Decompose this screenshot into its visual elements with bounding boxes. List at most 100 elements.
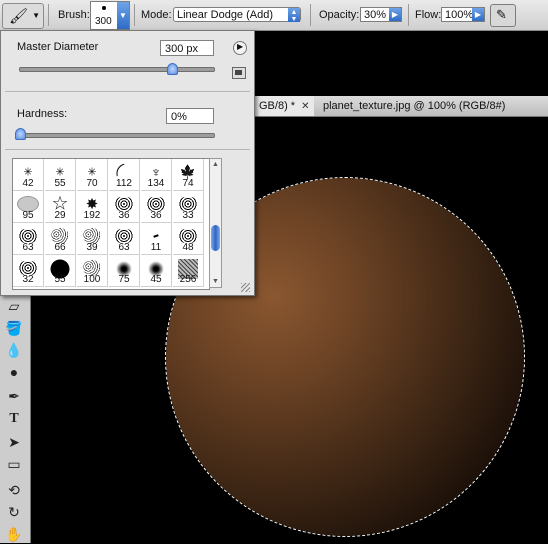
close-icon[interactable]: ✕ <box>301 101 309 112</box>
brush-size-label: 42 <box>22 178 34 189</box>
brush-preset-cell[interactable]: ♆ 134 <box>141 159 172 191</box>
brush-size-label: 36 <box>118 210 130 221</box>
chevron-right-icon: ▶ <box>389 8 401 21</box>
brush-preset-cell[interactable]: ✳ 70 <box>77 159 108 191</box>
brush-grid-scrollbar[interactable]: ▲ ▼ <box>209 158 222 288</box>
brush-size-label: 74 <box>182 178 194 189</box>
brush-size-label: 95 <box>22 210 34 221</box>
path-selection-tool-icon[interactable]: ➤ <box>3 432 25 452</box>
brush-preset-cell[interactable]: ✳ 55 <box>45 159 76 191</box>
hardness-field[interactable]: 0% <box>166 108 214 124</box>
brush-preset-grid: ✳ 42 ✳ 55 ✳ 70 ⌒ 112 ♆ 134 🍁 74 95 ☆ 29 ✸ 192 36 36 33 63 66 3… <box>12 158 210 290</box>
brush-preset-cell[interactable]: 48 <box>173 223 204 255</box>
brush-tool-preset-button[interactable]: 🖌 ▼ <box>2 3 44 29</box>
brush-size-label: 55 <box>54 178 66 189</box>
master-diameter-slider-thumb[interactable] <box>167 63 179 75</box>
flow-field[interactable]: 100% ▶ <box>441 7 485 22</box>
tab-planet-texture[interactable]: planet_texture.jpg @ 100% (RGB/8#) <box>319 96 509 116</box>
brush-tip-preview-icon <box>102 6 106 10</box>
brush-size-label: 70 <box>86 178 98 189</box>
brush-preset-cell[interactable]: 100 <box>77 255 108 287</box>
brush-preset-cell[interactable]: 95 <box>13 191 44 223</box>
airbrush-toggle-button[interactable]: ✎ <box>490 4 516 27</box>
brush-preset-cell[interactable]: 256 <box>173 255 204 287</box>
flow-value: 100% <box>445 9 474 21</box>
divider <box>5 91 250 92</box>
tab-label: planet_texture.jpg @ 100% (RGB/8#) <box>323 100 506 112</box>
paint-bucket-tool-icon[interactable]: 🪣 <box>3 318 25 338</box>
brush-preset-cell[interactable]: ✸ 192 <box>77 191 108 223</box>
hardness-slider-thumb[interactable] <box>15 128 26 140</box>
hardness-label: Hardness: <box>17 108 68 120</box>
brush-preset-cell[interactable]: 55 <box>45 255 76 287</box>
brush-preset-cell[interactable]: ☆ 29 <box>45 191 76 223</box>
brush-preset-cell[interactable]: 63 <box>109 223 140 255</box>
chevron-right-icon: ▶ <box>472 8 484 21</box>
resize-grip-icon[interactable] <box>241 283 250 292</box>
brush-size-label: 55 <box>54 274 66 285</box>
scrollbar-thumb[interactable] <box>211 225 220 251</box>
brush-preset-cell[interactable]: 11 <box>141 223 172 255</box>
brush-preset-cell[interactable]: 🍁 74 <box>173 159 204 191</box>
brush-size-label: 33 <box>182 210 194 221</box>
brush-size-readout: 300 <box>95 16 112 27</box>
separator <box>310 4 311 26</box>
brush-size-label: 100 <box>83 274 101 285</box>
type-tool-icon[interactable]: T <box>3 409 25 429</box>
pen-tool-icon[interactable]: ✒ <box>3 386 25 406</box>
eraser-tool-icon[interactable]: ▱ <box>3 296 25 316</box>
brush-preset-cell[interactable]: 63 <box>13 223 44 255</box>
brush-picker-button[interactable]: 300 ▼ <box>90 1 130 30</box>
brush-size-label: 63 <box>118 242 130 253</box>
hardness-value: 0% <box>171 111 187 123</box>
brush-size-label: 39 <box>86 242 98 253</box>
brush-preset-cell[interactable]: 66 <box>45 223 76 255</box>
hand-tool-icon[interactable]: ✋ <box>3 524 25 544</box>
brush-tip-splat-icon <box>19 261 37 275</box>
master-diameter-slider[interactable] <box>19 67 215 72</box>
rectangle-tool-icon[interactable]: ▭ <box>3 454 25 474</box>
3d-rotate-tool-icon[interactable]: ⟲ <box>3 480 25 500</box>
brush-size-label: 112 <box>116 178 132 189</box>
brush-preset-cell[interactable]: 45 <box>141 255 172 287</box>
brush-preset-cell[interactable]: 32 <box>13 255 44 287</box>
brush-size-label: 32 <box>22 274 34 285</box>
brush-size-label: 134 <box>147 178 165 189</box>
reset-size-icon <box>235 70 242 75</box>
brush-tip-splat-icon <box>147 197 165 211</box>
3d-orbit-tool-icon[interactable]: ↻ <box>3 502 25 522</box>
brush-size-label: 192 <box>83 210 101 221</box>
brush-size-label: 75 <box>118 274 130 285</box>
opacity-value: 30% <box>364 9 387 21</box>
master-diameter-field[interactable]: 300 px <box>160 40 214 56</box>
brush-preset-cell[interactable]: 75 <box>109 255 140 287</box>
opacity-field[interactable]: 30% ▶ <box>360 7 402 22</box>
blend-mode-select[interactable]: Linear Dodge (Add) ▲ ▼ <box>173 7 301 23</box>
blur-tool-icon[interactable]: 💧 <box>3 340 25 360</box>
brush-preset-cell[interactable]: ✳ 42 <box>13 159 44 191</box>
brush-preset-cell[interactable]: 36 <box>109 191 140 223</box>
mode-label: Mode: <box>141 9 172 21</box>
chevron-down-icon: ▼ <box>117 2 129 29</box>
brush-size-label: 66 <box>54 242 66 253</box>
picker-menu-button[interactable]: ▶ <box>233 41 247 55</box>
tab-current-document[interactable]: GB/8) * ✕ <box>255 96 314 116</box>
brush-preset-cell[interactable]: 33 <box>173 191 204 223</box>
brush-size-label: 45 <box>150 274 162 285</box>
brush-tip-splat-icon <box>179 229 197 243</box>
scroll-up-icon[interactable]: ▲ <box>212 161 219 168</box>
brush-size-label: 63 <box>22 242 34 253</box>
scroll-down-icon[interactable]: ▼ <box>212 278 219 285</box>
dodge-tool-icon[interactable]: ● <box>3 362 25 382</box>
brush-preset-cell[interactable]: 39 <box>77 223 108 255</box>
brush-size-label: 36 <box>150 210 162 221</box>
brush-preset-cell[interactable]: 36 <box>141 191 172 223</box>
separator <box>408 4 409 26</box>
brush-preset-cell[interactable]: ⌒ 112 <box>109 159 140 191</box>
reset-size-button[interactable] <box>232 67 246 79</box>
play-arrow-icon: ▶ <box>237 42 244 51</box>
document-tab-bar: GB/8) * ✕ planet_texture.jpg @ 100% (RGB… <box>255 96 548 117</box>
separator <box>48 4 49 26</box>
hardness-slider[interactable] <box>19 133 215 138</box>
brush-size-label: 48 <box>182 242 194 253</box>
